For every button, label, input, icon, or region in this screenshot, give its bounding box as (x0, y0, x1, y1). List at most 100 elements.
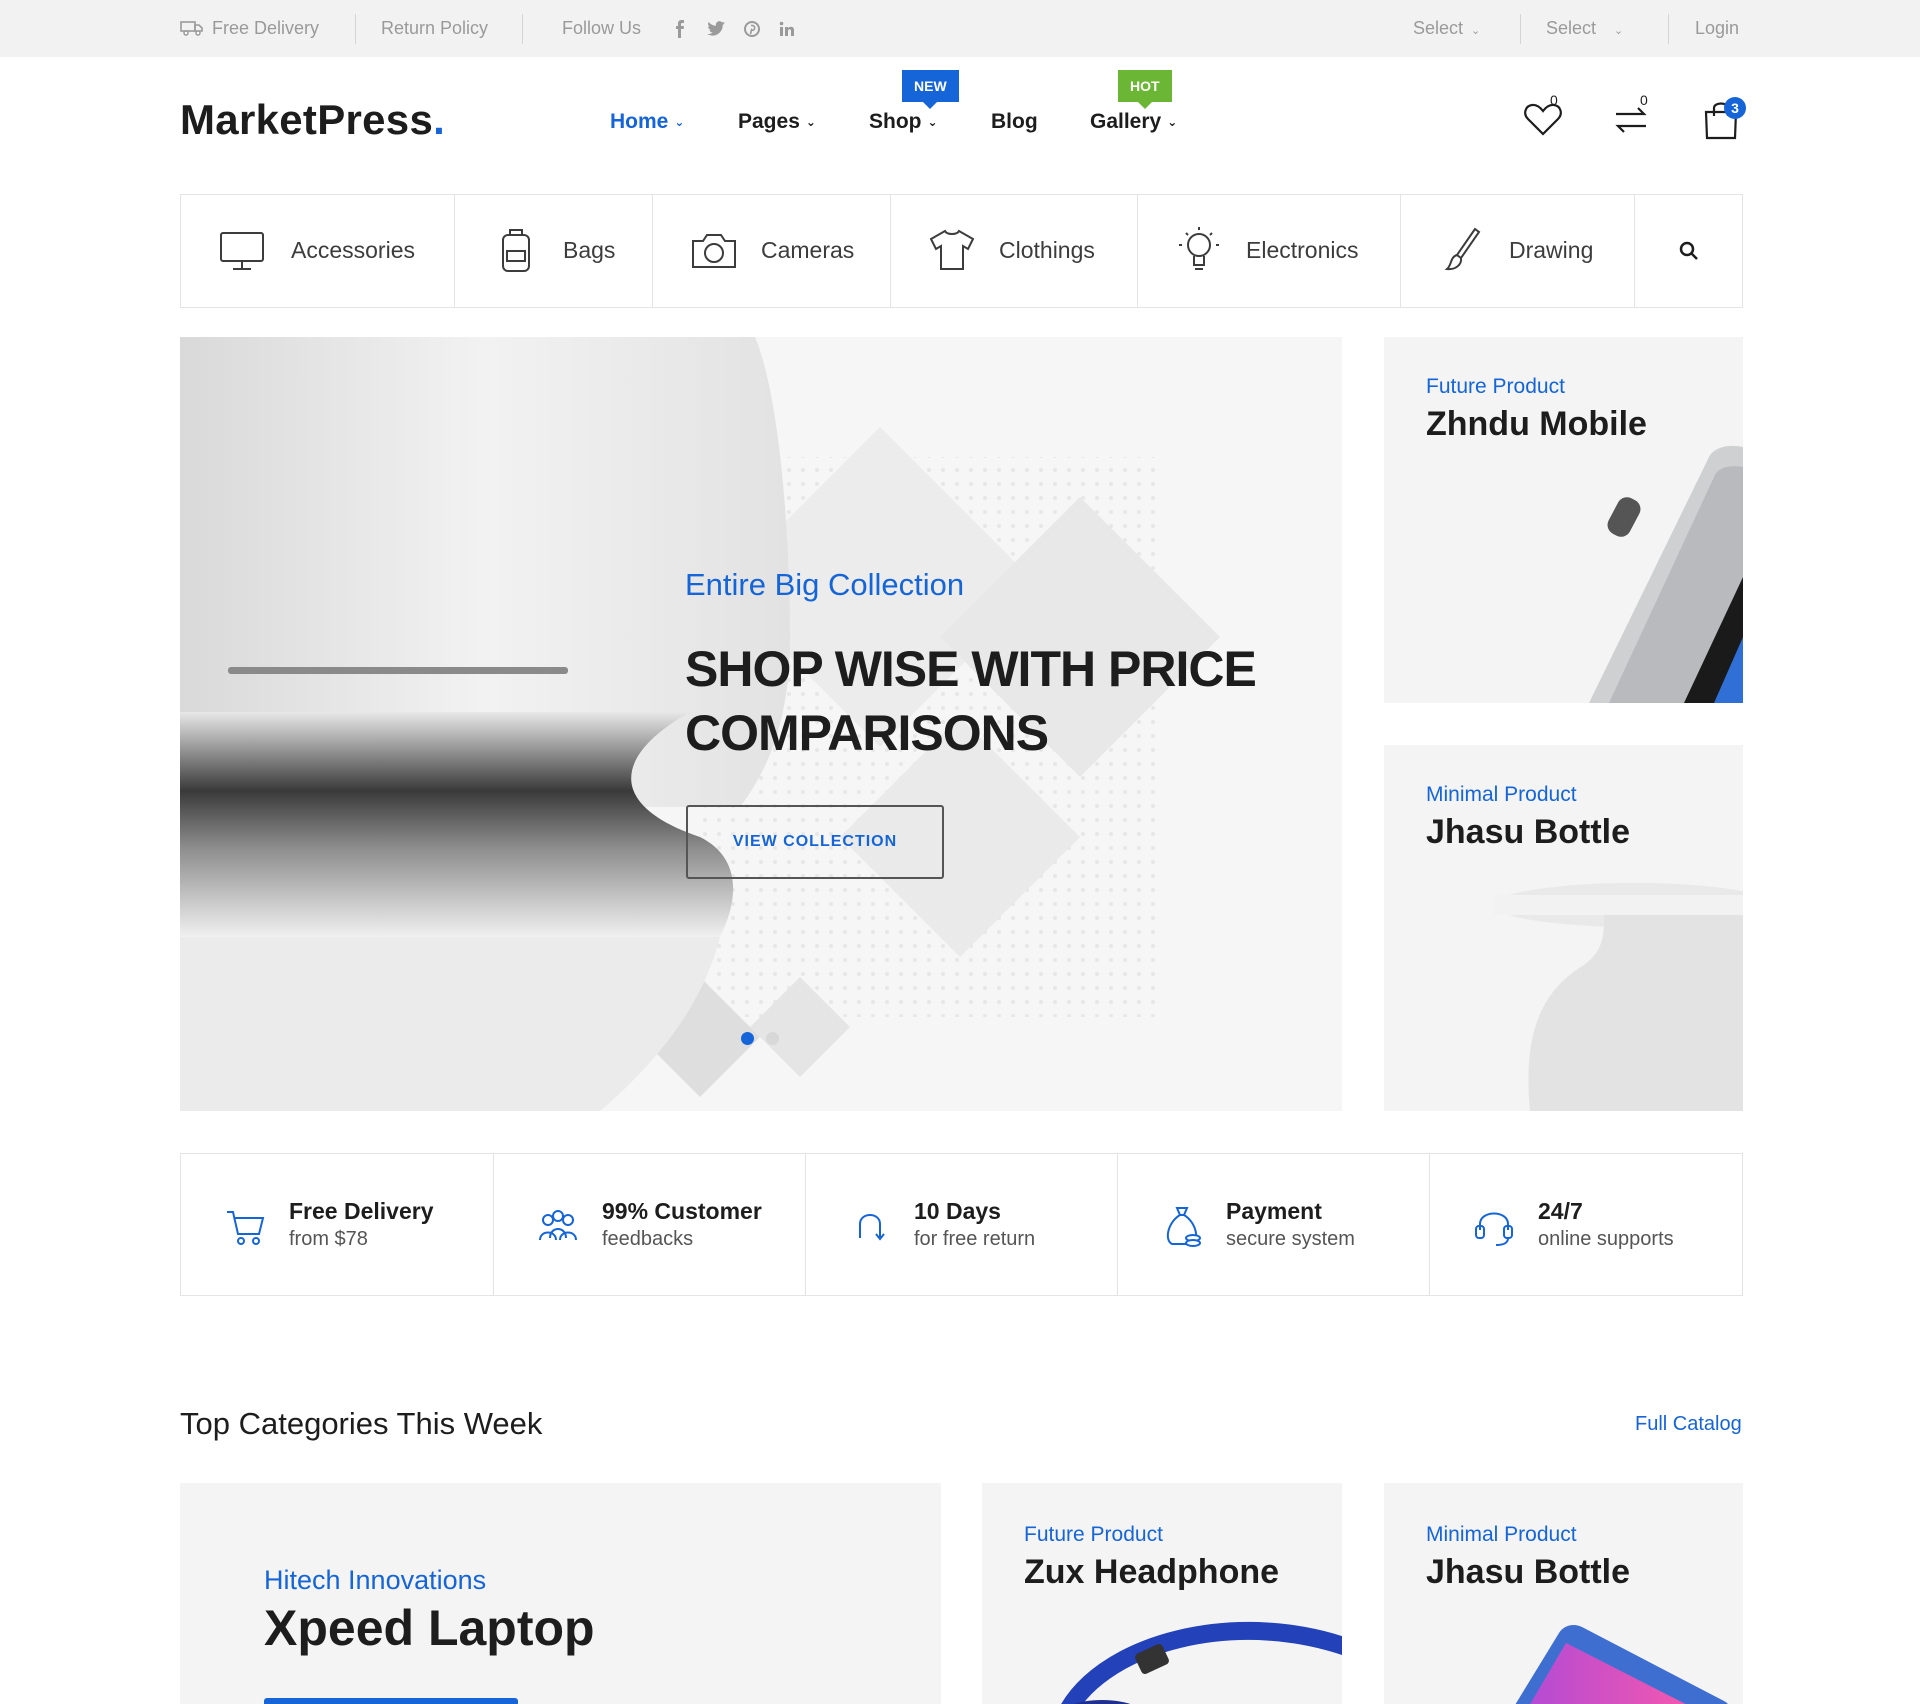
promo-subtitle: Future Product (1426, 375, 1565, 398)
search-button[interactable] (1635, 195, 1742, 307)
monitor-icon (220, 232, 264, 270)
category-card-jhasu-bottle[interactable]: Minimal Product Jhasu Bottle (1384, 1483, 1743, 1704)
hero-title: SHOP WISE WITH PRICE COMPARISONS (685, 641, 1257, 761)
nav-gallery-label: Gallery (1090, 110, 1162, 133)
nav-home[interactable]: Home ⌄ (610, 110, 684, 134)
category-card-zux-headphone[interactable]: Future Product Zux Headphone (982, 1483, 1342, 1704)
promo-subtitle: Minimal Product (1426, 783, 1577, 806)
nav-gallery[interactable]: Gallery ⌄ (1090, 110, 1177, 134)
feature-item: 10 Days for free return (806, 1154, 1118, 1295)
pinterest-icon[interactable] (744, 21, 761, 38)
search-icon (1679, 241, 1698, 260)
category-label: Cameras (761, 237, 855, 263)
truck-icon (180, 20, 203, 36)
social-links (674, 0, 795, 57)
site-logo[interactable]: MarketPress. (180, 96, 445, 144)
card-subtitle: Hitech Innovations (264, 1565, 487, 1595)
category-drawing[interactable]: Drawing (1401, 195, 1635, 307)
currency-select-value: Select (1546, 18, 1597, 38)
feature-subtitle: for free return (914, 1228, 1036, 1250)
nav-shop[interactable]: Shop ⌄ (869, 110, 938, 134)
follow-us-label: Follow Us (562, 18, 642, 38)
card-subtitle: Minimal Product (1426, 1523, 1577, 1546)
return-icon (859, 1214, 885, 1241)
chevron-down-icon: ⌄ (674, 115, 685, 129)
promo-zhndu-mobile[interactable]: Future Product Zhndu Mobile (1384, 337, 1743, 703)
phone-image (1515, 1625, 1728, 1704)
card-title: Jhasu Bottle (1426, 1553, 1631, 1591)
section-title: Top Categories This Week (180, 1406, 543, 1441)
category-accessories[interactable]: Accessories (181, 195, 455, 307)
slider-dot-active[interactable] (741, 1032, 754, 1045)
feature-subtitle: online supports (1538, 1228, 1674, 1250)
category-label: Electronics (1246, 237, 1359, 263)
divider (1520, 14, 1521, 44)
feature-title: 24/7 (1538, 1198, 1583, 1224)
promo-jhasu-bottle[interactable]: Minimal Product Jhasu Bottle (1384, 745, 1743, 1111)
slider-dot[interactable] (766, 1032, 779, 1045)
backpack-icon (502, 229, 530, 272)
category-label: Accessories (291, 237, 415, 263)
feature-title: Free Delivery (289, 1198, 434, 1224)
card-title: Zux Headphone (1024, 1553, 1280, 1591)
cart-icon (227, 1211, 265, 1245)
view-collection-button[interactable]: VIEW COLLECTION (686, 805, 944, 879)
chevron-down-icon: ⌄ (927, 115, 938, 129)
headphone-image (1061, 1621, 1342, 1704)
divider (522, 14, 523, 44)
customers-icon (539, 1210, 577, 1241)
headset-icon (1475, 1212, 1513, 1246)
twitter-icon[interactable] (707, 21, 726, 37)
chevron-down-icon: ⌄ (1167, 115, 1178, 129)
nav-home-label: Home (610, 110, 669, 133)
feature-item: 99% Customer feedbacks (494, 1154, 806, 1295)
feature-subtitle: feedbacks (602, 1228, 694, 1250)
feature-subtitle: from $78 (289, 1228, 368, 1250)
heart-icon (1524, 103, 1562, 136)
login-link[interactable]: Login (1695, 0, 1739, 57)
category-cameras[interactable]: Cameras (653, 195, 891, 307)
category-bar: Accessories Bags Cameras Clothings Elect… (180, 194, 1743, 308)
tshirt-icon (929, 229, 975, 270)
full-catalog-link[interactable]: Full Catalog (1635, 1413, 1742, 1436)
nav-blog[interactable]: Blog (991, 110, 1038, 134)
money-bag-icon (1166, 1207, 1201, 1247)
feature-title: Payment (1226, 1198, 1322, 1224)
facebook-icon[interactable] (674, 20, 686, 39)
divider (1668, 14, 1669, 44)
feature-item: Payment secure system (1118, 1154, 1430, 1295)
lightbulb-icon (1179, 227, 1219, 270)
promo-title: Jhasu Bottle (1426, 813, 1631, 851)
chevron-down-icon: ⌄ (1614, 25, 1624, 37)
slider-dots (741, 1032, 791, 1050)
category-clothings[interactable]: Clothings (891, 195, 1138, 307)
category-label: Clothings (999, 237, 1095, 263)
category-electronics[interactable]: Electronics (1138, 195, 1401, 307)
wishlist-count: 0 (1550, 92, 1558, 108)
new-badge: NEW (902, 70, 959, 109)
logo-text: MarketPress (180, 96, 434, 143)
camera-icon (692, 234, 736, 268)
promo-title: Zhndu Mobile (1426, 405, 1647, 443)
features-bar: Free Delivery from $78 99% Customer feed… (180, 1153, 1743, 1296)
hot-badge: HOT (1118, 70, 1172, 109)
linkedin-icon[interactable] (779, 21, 795, 37)
category-card-xpeed-laptop[interactable]: Hitech Innovations Xpeed Laptop (180, 1483, 941, 1704)
shop-now-button[interactable] (264, 1698, 518, 1704)
return-policy-link[interactable]: Return Policy (381, 0, 488, 57)
language-select[interactable]: Select ⌄ (1413, 0, 1480, 57)
currency-select[interactable]: Select ⌄ (1546, 0, 1623, 57)
free-delivery-link[interactable]: Free Delivery (180, 0, 319, 57)
top-bar: Free Delivery Return Policy Follow Us Se… (0, 0, 1920, 57)
nav-pages[interactable]: Pages ⌄ (738, 110, 816, 134)
feature-subtitle: secure system (1226, 1228, 1355, 1250)
feature-title: 10 Days (914, 1198, 1001, 1224)
feature-item: Free Delivery from $78 (181, 1154, 494, 1295)
card-title: Xpeed Laptop (264, 1600, 595, 1656)
free-delivery-label: Free Delivery (212, 18, 320, 38)
compare-count: 0 (1640, 92, 1648, 108)
category-bags[interactable]: Bags (455, 195, 653, 307)
divider (355, 14, 356, 44)
feature-title: 99% Customer (602, 1198, 762, 1224)
category-label: Drawing (1509, 237, 1594, 263)
